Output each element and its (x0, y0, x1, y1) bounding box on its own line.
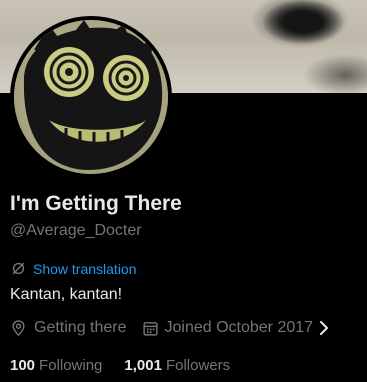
location-pin-icon (12, 320, 25, 337)
followers-count: 1,001 (124, 357, 162, 374)
display-name: I'm Getting There (10, 192, 182, 215)
follow-stats: 100 Following 1,001 Followers (10, 357, 230, 374)
followers-link[interactable]: 1,001 Followers (124, 357, 230, 374)
location-text: Getting there (34, 319, 127, 336)
avatar[interactable] (14, 20, 168, 174)
following-count: 100 (10, 357, 36, 374)
banner-shadow (248, 0, 358, 60)
user-handle: @Average_Docter (10, 222, 142, 239)
chevron-right-icon[interactable] (319, 320, 329, 336)
following-label: Following (39, 357, 103, 374)
profile-header: I'm Getting There @Average_Docter Show t… (0, 0, 367, 382)
joined-text: Joined October 2017 (164, 319, 314, 336)
show-translation-label[interactable]: Show translation (33, 261, 137, 277)
profile-bio: Kantan, kantan! (10, 286, 123, 303)
followers-label: Followers (165, 357, 231, 374)
profile-meta: Getting there Joined October 2017 (10, 319, 329, 337)
location-item: Getting there (10, 319, 127, 337)
show-translation-link[interactable]: Show translation (10, 260, 137, 277)
joined-item: Joined October 2017 (127, 319, 330, 337)
calendar-icon (142, 321, 158, 336)
avatar-face-image (14, 20, 168, 174)
following-link[interactable]: 100 Following (10, 357, 102, 374)
translate-icon (12, 262, 25, 275)
